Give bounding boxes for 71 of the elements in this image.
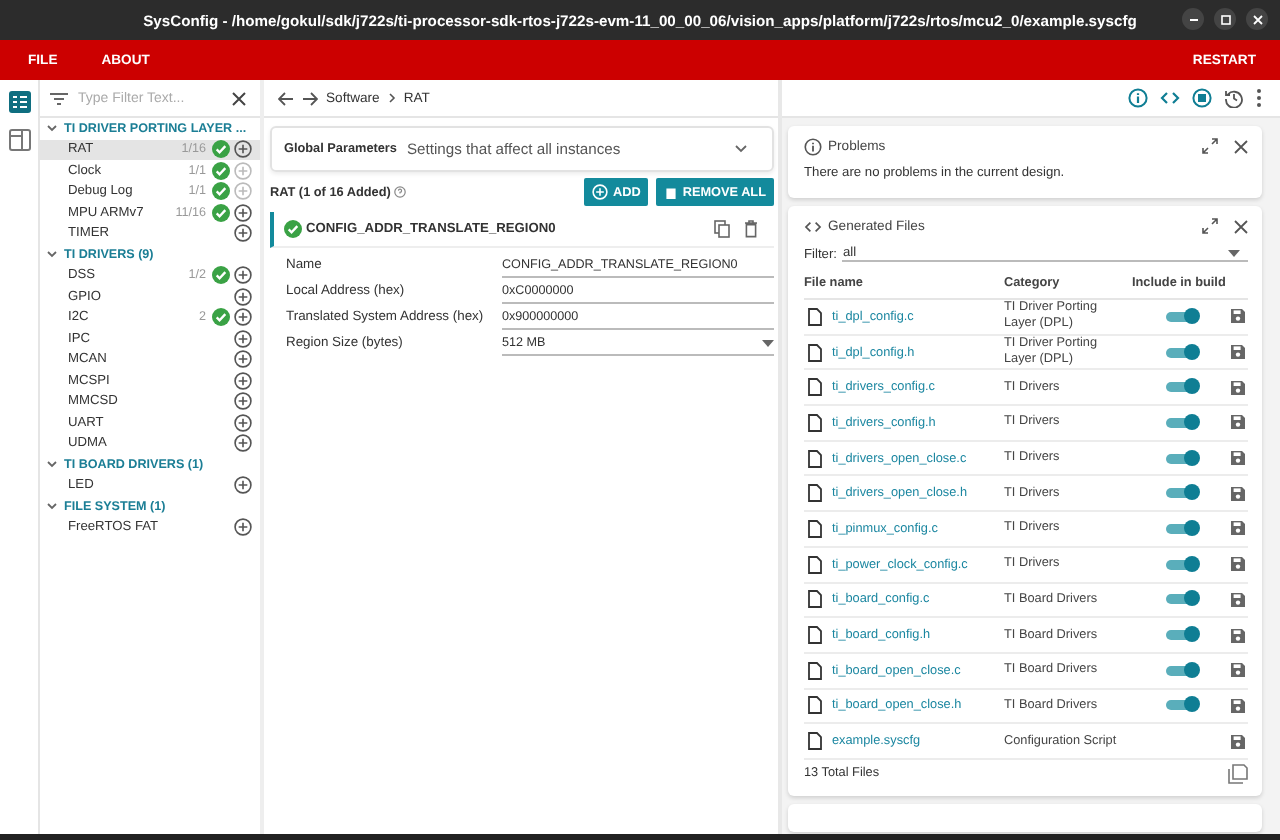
help-icon[interactable] <box>394 186 407 198</box>
maximize-button[interactable] <box>1214 8 1236 30</box>
add-icon[interactable] <box>234 371 252 390</box>
add-icon[interactable] <box>234 224 252 243</box>
minimize-button[interactable] <box>1182 8 1204 30</box>
save-icon[interactable] <box>1230 556 1246 573</box>
chevron-right-icon <box>387 92 396 104</box>
save-icon[interactable] <box>1230 485 1246 502</box>
back-icon[interactable] <box>278 91 294 105</box>
history-icon[interactable] <box>1224 88 1244 108</box>
add-icon[interactable] <box>234 203 252 222</box>
info-icon <box>804 137 822 155</box>
save-icon[interactable] <box>1230 414 1246 431</box>
include-toggle[interactable] <box>1165 453 1195 464</box>
include-toggle[interactable] <box>1165 417 1195 428</box>
maximize-icon <box>1219 13 1231 25</box>
save-icon[interactable] <box>1230 591 1246 608</box>
minimize-icon <box>1187 13 1199 25</box>
save-icon[interactable] <box>1230 733 1246 750</box>
add-icon[interactable] <box>234 413 252 432</box>
add-icon[interactable] <box>234 266 252 285</box>
list-view-icon[interactable] <box>7 90 31 114</box>
panel-view-icon[interactable] <box>7 128 31 152</box>
close-icon[interactable] <box>1234 219 1248 233</box>
dropdown-arrow-icon <box>1228 249 1240 257</box>
save-icon[interactable] <box>1230 520 1246 537</box>
include-toggle[interactable] <box>1165 347 1195 358</box>
copy-icon[interactable] <box>714 220 730 238</box>
check-icon <box>284 220 302 238</box>
close-icon <box>1251 13 1263 25</box>
include-toggle[interactable] <box>1165 559 1195 570</box>
filter-icon <box>50 91 68 105</box>
add-icon[interactable] <box>234 476 252 495</box>
save-icon[interactable] <box>1230 697 1246 714</box>
add-icon[interactable] <box>234 287 252 306</box>
save-icon[interactable] <box>1230 662 1246 679</box>
add-icon[interactable] <box>234 308 252 327</box>
forward-icon[interactable] <box>302 91 318 105</box>
save-icon[interactable] <box>1230 627 1246 644</box>
dropdown-arrow-icon <box>762 340 774 348</box>
include-toggle[interactable] <box>1165 488 1195 499</box>
add-icon[interactable] <box>234 329 252 348</box>
include-toggle[interactable] <box>1165 630 1195 641</box>
include-toggle[interactable] <box>1165 665 1195 676</box>
close-button[interactable] <box>1246 8 1268 30</box>
save-icon[interactable] <box>1230 344 1246 361</box>
more-icon[interactable] <box>1256 88 1262 108</box>
expand-icon[interactable] <box>1202 138 1218 154</box>
add-icon[interactable] <box>234 434 252 453</box>
include-toggle[interactable] <box>1165 311 1195 322</box>
chevron-down-icon <box>734 144 748 154</box>
add-icon[interactable] <box>234 350 252 369</box>
add-icon <box>592 184 609 200</box>
close-icon[interactable] <box>1234 139 1248 153</box>
code-icon[interactable] <box>1160 90 1180 106</box>
info-icon[interactable] <box>1128 88 1148 108</box>
include-toggle[interactable] <box>1165 382 1195 393</box>
clear-icon[interactable] <box>232 91 246 105</box>
save-icon[interactable] <box>1230 379 1246 396</box>
chip-icon[interactable] <box>1192 88 1212 108</box>
expand-icon[interactable] <box>1202 218 1218 234</box>
include-toggle[interactable] <box>1165 594 1195 605</box>
save-icon[interactable] <box>1230 450 1246 467</box>
add-icon[interactable] <box>234 392 252 411</box>
include-toggle[interactable] <box>1165 523 1195 534</box>
add-icon[interactable] <box>234 140 252 159</box>
save-all-icon[interactable] <box>1228 763 1248 784</box>
add-icon[interactable] <box>234 518 252 537</box>
save-icon[interactable] <box>1230 308 1246 325</box>
include-toggle[interactable] <box>1165 700 1195 711</box>
code-icon <box>804 219 822 233</box>
